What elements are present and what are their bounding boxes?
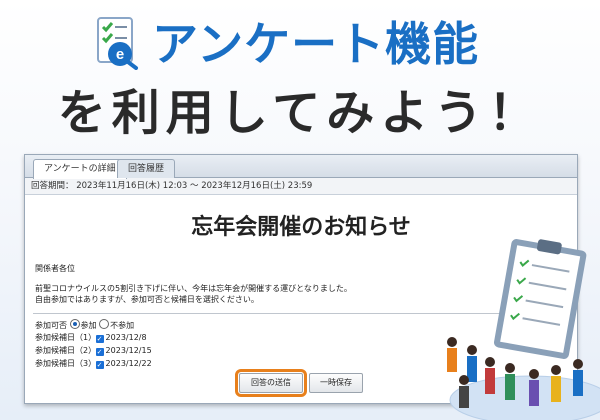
candidate-checkbox[interactable]: ✓	[95, 348, 104, 356]
answer-period: 回答期間： 2023年11月16日(木) 12:03 〜 2023年12月16日…	[25, 178, 577, 195]
body-line-1: 前聖コロナウイルスの5割引き下げに伴い、今年は忘年会が開催する運びとなりました。	[35, 284, 352, 293]
hero-title: アンケート機能	[152, 17, 480, 71]
tab-answer-history[interactable]: 回答履歴	[117, 159, 176, 178]
candidate-row: 参加候補日（3） ✓ 2023/12/22	[35, 358, 152, 370]
candidate-label: 参加候補日（3）	[35, 359, 97, 368]
candidate-label: 参加候補日（2）	[35, 346, 97, 355]
submit-answer-button[interactable]: 回答の送信	[235, 369, 307, 397]
hero-subtitle: を利用してみよう！	[57, 85, 543, 141]
tab-bar: アンケートの詳細 回答履歴	[25, 155, 577, 179]
attend-row: 参加可否 参加 不参加	[35, 319, 134, 331]
candidate-checkbox[interactable]: ✓	[95, 361, 104, 369]
survey-checklist-icon: e	[97, 17, 138, 70]
radio-attend-yes[interactable]	[69, 319, 80, 329]
candidate-date: 2023/12/8	[105, 333, 147, 342]
attend-no-label: 不参加	[110, 321, 135, 330]
people-clipboard-illustration	[447, 239, 600, 420]
body-line-2: 自由参加ではありますが、参加可否と候補日を選択ください。	[35, 295, 259, 304]
candidate-row: 参加候補日（1） ✓ 2023/12/8	[35, 332, 147, 344]
svg-text:e: e	[116, 46, 124, 63]
candidate-date: 2023/12/22	[105, 359, 152, 368]
candidate-label: 参加候補日（1）	[35, 333, 97, 342]
hero-banner: e アンケート機能 を利用してみよう！	[0, 0, 600, 150]
radio-attend-no[interactable]	[99, 319, 110, 329]
candidate-checkbox[interactable]: ✓	[95, 335, 104, 343]
attend-label: 参加可否	[35, 321, 67, 330]
candidate-date: 2023/12/15	[105, 346, 152, 355]
tab-survey-details[interactable]: アンケートの詳細	[33, 159, 127, 179]
attend-yes-label: 参加	[80, 321, 97, 330]
candidate-row: 参加候補日（2） ✓ 2023/12/15	[35, 345, 152, 357]
temporary-save-button[interactable]: 一時保存	[309, 373, 363, 393]
salutation: 関係者各位	[35, 264, 75, 273]
